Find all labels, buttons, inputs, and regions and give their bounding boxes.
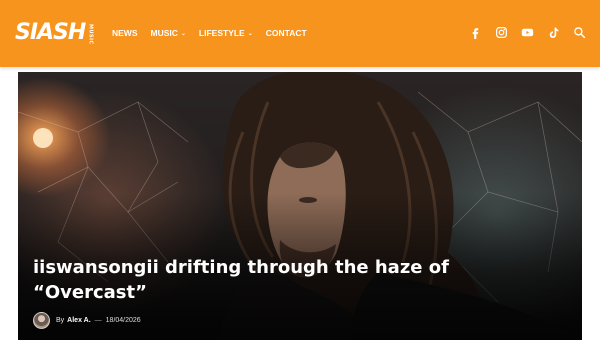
post-title[interactable]: iiswansongii drifting through the haze o… [33, 255, 473, 305]
logo-text: SIASH [15, 20, 86, 45]
post-date: 18/04/2026 [105, 317, 141, 324]
nav-item-label: NEWS [112, 28, 138, 38]
nav-item-contact[interactable]: CONTACT [266, 28, 307, 38]
avatar[interactable] [33, 312, 50, 329]
site-header: SIASH MUSIC NEWS MUSIC ⌄ LIFESTYLE ⌄ CON… [0, 0, 600, 67]
featured-post[interactable]: iiswansongii drifting through the haze o… [18, 72, 582, 340]
nav-item-lifestyle[interactable]: LIFESTYLE ⌄ [199, 28, 253, 38]
meta-separator: — [94, 317, 102, 324]
chevron-down-icon: ⌄ [180, 30, 186, 37]
byline-prefix: By [56, 317, 65, 324]
facebook-icon[interactable] [469, 26, 482, 39]
nav-item-news[interactable]: NEWS [112, 28, 138, 38]
site-logo[interactable]: SIASH MUSIC [15, 20, 93, 46]
logo-subtext: MUSIC [87, 24, 94, 45]
post-meta: By Alex A. — 18/04/2026 [33, 312, 141, 329]
search-icon[interactable] [573, 26, 586, 39]
nav-item-label: CONTACT [265, 28, 307, 38]
tiktok-icon[interactable] [547, 26, 560, 39]
chevron-down-icon: ⌄ [247, 30, 253, 37]
nav-item-label: LIFESTYLE [198, 28, 245, 38]
social-icons [469, 26, 586, 39]
nav-item-music[interactable]: MUSIC ⌄ [151, 28, 186, 38]
youtube-icon[interactable] [521, 26, 534, 39]
author-link[interactable]: Alex A. [67, 317, 90, 324]
instagram-icon[interactable] [495, 26, 508, 39]
main-nav: NEWS MUSIC ⌄ LIFESTYLE ⌄ CONTACT [112, 28, 320, 38]
nav-item-label: MUSIC [150, 28, 178, 38]
